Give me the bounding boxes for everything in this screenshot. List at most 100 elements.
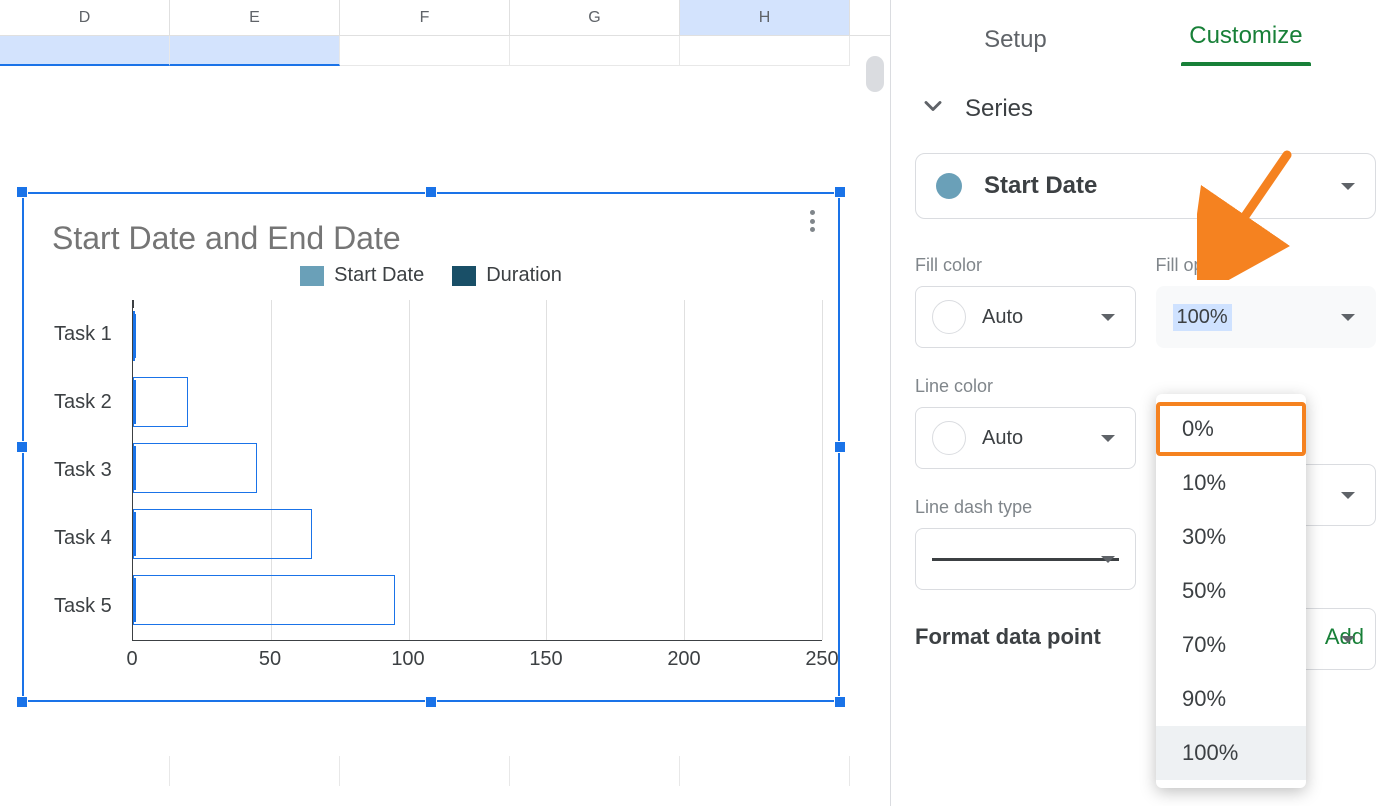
- dropdown-caret-icon: [1101, 556, 1115, 570]
- fill-opacity-select[interactable]: 100%: [1156, 286, 1377, 348]
- chevron-down-icon: [919, 92, 947, 125]
- fill-opacity-dropdown: 0% 10% 30% 50% 70% 90% 100%: [1156, 394, 1306, 788]
- resize-handle[interactable]: [16, 696, 28, 708]
- legend-swatch: [452, 266, 476, 286]
- series-selection-outline: [133, 377, 188, 427]
- col-header-f[interactable]: F: [340, 0, 510, 35]
- bar-segment-start[interactable]: [134, 446, 136, 490]
- resize-handle[interactable]: [834, 696, 846, 708]
- chart-title: Start Date and End Date: [52, 220, 401, 257]
- series-selector[interactable]: Start Date: [915, 153, 1376, 219]
- legend-swatch: [300, 266, 324, 286]
- series-selection-outline: [133, 575, 395, 625]
- col-header-e[interactable]: E: [170, 0, 340, 35]
- opacity-option[interactable]: 0%: [1156, 402, 1306, 456]
- fill-opacity-value: 100%: [1173, 304, 1232, 331]
- active-tab-underline: [1181, 62, 1311, 66]
- x-axis: [132, 640, 822, 641]
- series-selection-outline: [133, 443, 257, 493]
- bar-segment-start[interactable]: [134, 512, 136, 556]
- opacity-option[interactable]: 50%: [1156, 564, 1306, 618]
- dropdown-caret-icon: [1341, 636, 1355, 650]
- bar-segment-start[interactable]: [134, 380, 136, 424]
- panel-tabs: Setup Customize: [915, 0, 1376, 80]
- bar-segment-start[interactable]: [134, 314, 136, 358]
- color-swatch-icon: [932, 300, 966, 334]
- series-selection-outline: [133, 509, 312, 559]
- cell[interactable]: [680, 36, 850, 66]
- legend-label: Start Date: [334, 264, 424, 287]
- legend-start-date: Start Date: [300, 264, 424, 287]
- y-tick-label: Task 3: [54, 459, 124, 482]
- x-tick-label: 50: [259, 648, 281, 671]
- line-color-value: Auto: [982, 427, 1023, 450]
- color-swatch-icon: [932, 421, 966, 455]
- cell[interactable]: [340, 756, 510, 786]
- line-color-picker[interactable]: Auto: [915, 407, 1136, 469]
- line-dash-select[interactable]: [915, 528, 1136, 590]
- x-tick-label: 250: [805, 648, 838, 671]
- cell[interactable]: [510, 756, 680, 786]
- fill-color-picker[interactable]: Auto: [915, 286, 1136, 348]
- y-tick-label: Task 2: [54, 391, 124, 414]
- col-header-d[interactable]: D: [0, 0, 170, 35]
- cell[interactable]: [0, 36, 170, 66]
- legend-label: Duration: [486, 264, 562, 287]
- chart-legend: Start Date Duration: [22, 264, 840, 287]
- series-section-header[interactable]: Series: [919, 92, 1376, 125]
- x-tick-label: 0: [126, 648, 137, 671]
- col-header-h[interactable]: H: [680, 0, 850, 35]
- x-tick-label: 150: [529, 648, 562, 671]
- cell[interactable]: [170, 36, 340, 66]
- opacity-option[interactable]: 100%: [1156, 726, 1306, 780]
- x-tick-label: 200: [667, 648, 700, 671]
- resize-handle[interactable]: [425, 696, 437, 708]
- annotation-arrow-icon: [1197, 150, 1297, 280]
- cell[interactable]: [340, 36, 510, 66]
- resize-handle[interactable]: [834, 186, 846, 198]
- y-axis-labels: Task 1 Task 2 Task 3 Task 4 Task 5: [52, 300, 124, 640]
- line-dash-label: Line dash type: [915, 497, 1136, 518]
- fill-color-label: Fill color: [915, 255, 1136, 276]
- dropdown-caret-icon: [1341, 183, 1355, 197]
- opacity-option[interactable]: 90%: [1156, 672, 1306, 726]
- section-title: Series: [965, 95, 1033, 123]
- dropdown-caret-icon: [1341, 492, 1355, 506]
- y-tick-label: Task 5: [54, 595, 124, 618]
- solid-line-icon: [932, 558, 1119, 561]
- column-headers: D E F G H: [0, 0, 890, 36]
- tab-setup[interactable]: Setup: [980, 18, 1051, 62]
- spreadsheet-area[interactable]: D E F G H: [0, 0, 890, 806]
- opacity-option[interactable]: 70%: [1156, 618, 1306, 672]
- embedded-chart[interactable]: Start Date and End Date Start Date Durat…: [22, 192, 840, 702]
- resize-handle[interactable]: [16, 186, 28, 198]
- y-tick-label: Task 1: [54, 323, 124, 346]
- x-tick-label: 100: [391, 648, 424, 671]
- legend-duration: Duration: [452, 264, 562, 287]
- tab-customize[interactable]: Customize: [1185, 14, 1306, 58]
- series-color-swatch: [936, 173, 962, 199]
- opacity-option[interactable]: 10%: [1156, 456, 1306, 510]
- opacity-option[interactable]: 30%: [1156, 510, 1306, 564]
- chart-plot-area: Task 1 Task 2 Task 3 Task 4 Task 5 0 50 10…: [52, 300, 822, 672]
- bar-segment-start[interactable]: [134, 578, 136, 622]
- chart-options-menu-icon[interactable]: [802, 206, 822, 236]
- chart-editor-panel: Setup Customize Series Start Date Fill c…: [890, 0, 1400, 806]
- resize-handle[interactable]: [425, 186, 437, 198]
- vertical-scrollbar-thumb[interactable]: [866, 56, 884, 92]
- dropdown-caret-icon: [1101, 314, 1115, 328]
- dropdown-caret-icon: [1341, 314, 1355, 328]
- fill-color-value: Auto: [982, 306, 1023, 329]
- cell[interactable]: [0, 756, 170, 786]
- y-tick-label: Task 4: [54, 527, 124, 550]
- resize-handle[interactable]: [16, 441, 28, 453]
- col-header-g[interactable]: G: [510, 0, 680, 35]
- cell[interactable]: [680, 756, 850, 786]
- dropdown-caret-icon: [1101, 435, 1115, 449]
- bars-area: [132, 300, 822, 640]
- cell[interactable]: [510, 36, 680, 66]
- series-name: Start Date: [984, 172, 1097, 200]
- resize-handle[interactable]: [834, 441, 846, 453]
- format-data-point-label: Format data point: [915, 624, 1101, 650]
- cell[interactable]: [170, 756, 340, 786]
